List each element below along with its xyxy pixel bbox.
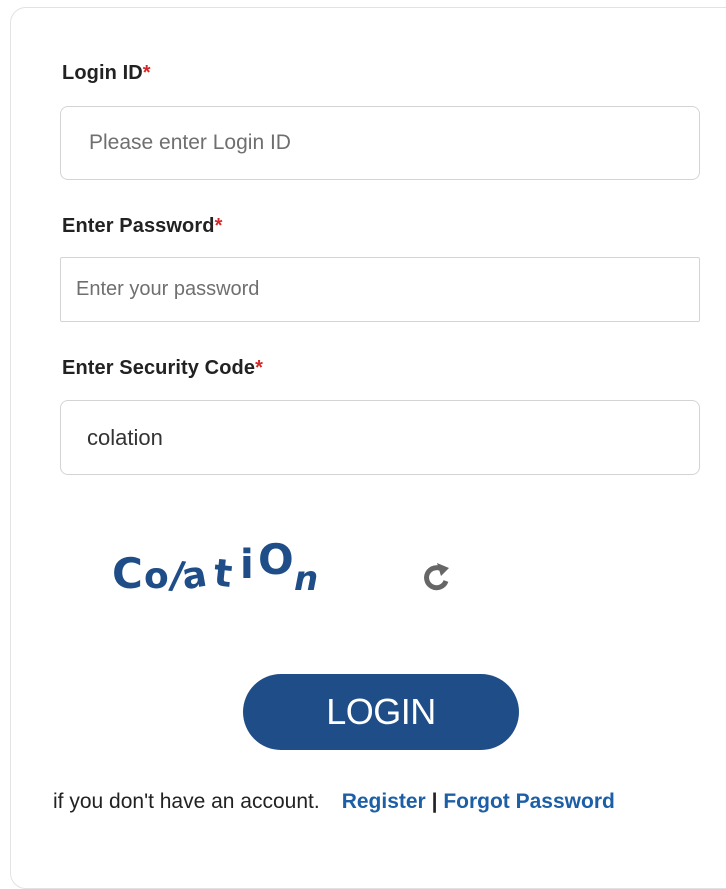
captcha-char: O bbox=[258, 535, 294, 584]
refresh-icon[interactable] bbox=[420, 560, 454, 594]
login-id-label: Login ID* bbox=[62, 62, 151, 85]
password-label: Enter Password* bbox=[62, 215, 222, 238]
required-marker: * bbox=[214, 215, 223, 237]
footer-prompt: if you don't have an account. bbox=[53, 790, 320, 813]
required-marker: * bbox=[142, 62, 151, 84]
captcha-image: C o / a t i O n bbox=[112, 535, 318, 599]
captcha-char: a bbox=[179, 554, 210, 599]
password-input[interactable] bbox=[60, 257, 700, 322]
login-button[interactable]: LOGIN bbox=[243, 674, 519, 750]
password-label-text: Enter Password bbox=[62, 215, 215, 237]
login-id-label-text: Login ID bbox=[62, 62, 143, 84]
register-link[interactable]: Register bbox=[342, 790, 426, 813]
captcha-char: i bbox=[240, 542, 254, 588]
captcha-char: n bbox=[294, 559, 318, 599]
captcha-char: o bbox=[144, 556, 169, 597]
login-id-input[interactable] bbox=[60, 106, 700, 180]
account-footer: if you don't have an account. Register | … bbox=[53, 790, 615, 814]
captcha-char: C bbox=[112, 549, 143, 598]
captcha-char: t bbox=[212, 550, 235, 596]
required-marker: * bbox=[255, 357, 263, 379]
forgot-password-link[interactable]: Forgot Password bbox=[443, 790, 615, 813]
security-code-input[interactable] bbox=[60, 400, 700, 475]
link-separator: | bbox=[431, 790, 438, 813]
security-code-label: Enter Security Code* bbox=[62, 357, 263, 380]
security-code-label-text: Enter Security Code bbox=[62, 357, 256, 379]
